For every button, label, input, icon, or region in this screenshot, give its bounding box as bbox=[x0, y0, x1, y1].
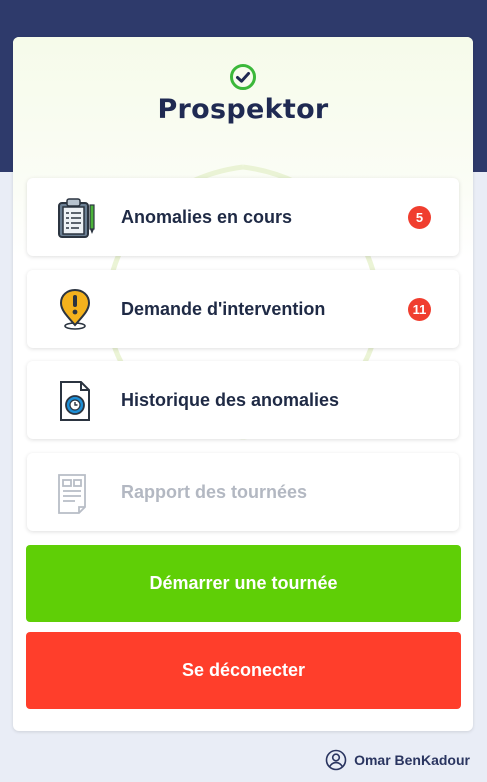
location-pin-alert-icon bbox=[59, 288, 91, 330]
menu-item-historique-anomalies[interactable]: Historique des anomalies bbox=[27, 361, 459, 439]
clipboard-icon bbox=[58, 198, 95, 238]
report-icon bbox=[58, 474, 86, 514]
user-profile[interactable]: Omar BenKadour bbox=[325, 748, 470, 772]
app-title: Prospektor bbox=[157, 94, 329, 125]
user-icon bbox=[325, 749, 347, 771]
main-card: Prospektor Anomalies en cours 5 Demande … bbox=[13, 37, 473, 731]
count-badge: 11 bbox=[408, 298, 431, 321]
menu-item-demande-intervention[interactable]: Demande d'intervention 11 bbox=[27, 270, 459, 348]
check-circle-icon bbox=[230, 64, 256, 90]
menu-item-anomalies-en-cours[interactable]: Anomalies en cours 5 bbox=[27, 178, 459, 256]
document-clock-icon bbox=[60, 381, 90, 421]
menu-item-rapport-tournees[interactable]: Rapport des tournées bbox=[27, 453, 459, 531]
logout-button[interactable]: Se déconecter bbox=[26, 632, 461, 709]
menu-item-label: Historique des anomalies bbox=[121, 390, 340, 410]
count-badge: 5 bbox=[408, 206, 431, 229]
menu-item-label: Anomalies en cours bbox=[121, 207, 293, 227]
user-name: Omar BenKadour bbox=[354, 752, 470, 768]
menu-item-label: Rapport des tournées bbox=[121, 482, 308, 502]
menu-item-label: Demande d'intervention bbox=[121, 299, 326, 319]
start-tour-button[interactable]: Démarrer une tournée bbox=[26, 545, 461, 622]
